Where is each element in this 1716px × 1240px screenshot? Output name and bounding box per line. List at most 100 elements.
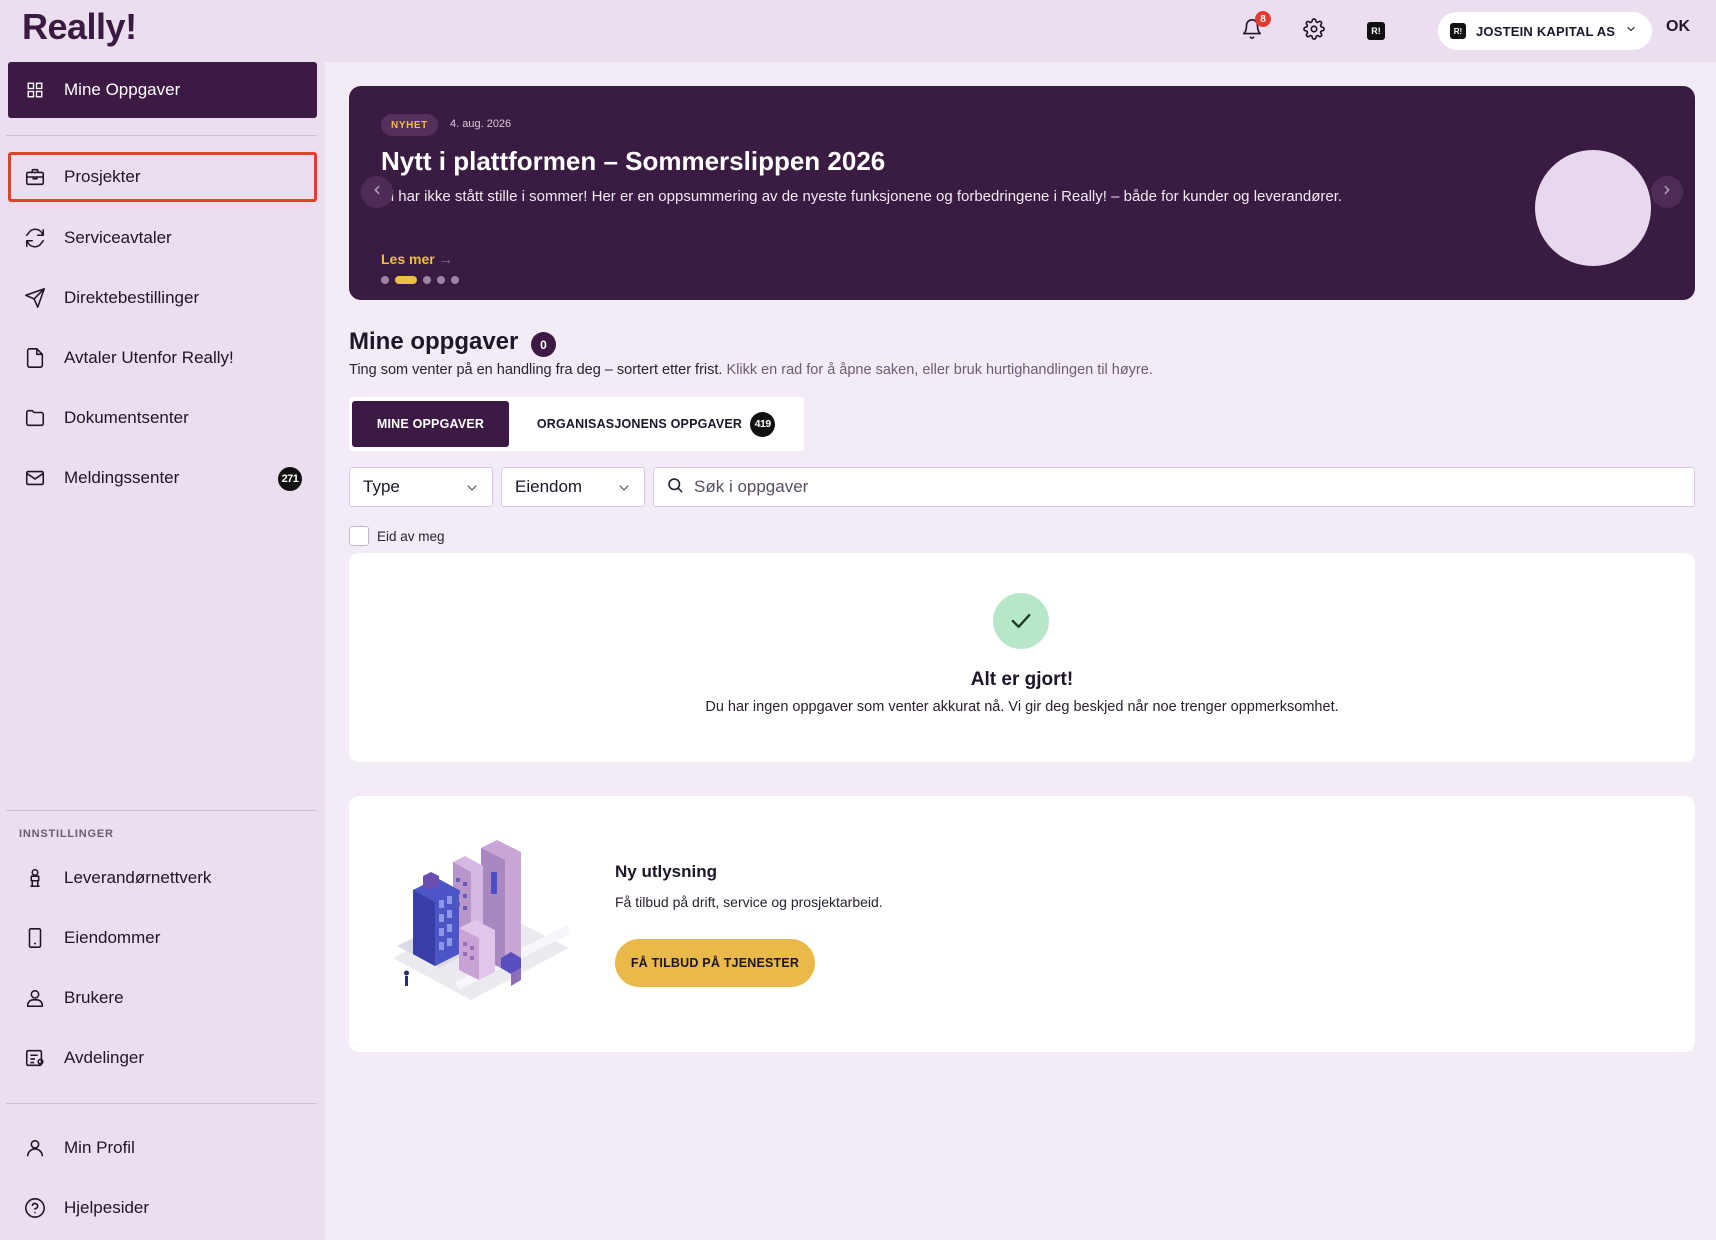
- task-count-badge: 0: [531, 332, 556, 357]
- really-app-button[interactable]: R!: [1361, 16, 1391, 46]
- search-input[interactable]: [694, 477, 1654, 497]
- chevron-down-icon: [616, 480, 632, 501]
- notifications-button[interactable]: 8: [1237, 11, 1271, 46]
- sidebar: Mine Oppgaver Prosjekter Serviceavtaler …: [0, 62, 325, 1240]
- success-check-icon: [993, 593, 1049, 649]
- user-icon: [24, 987, 46, 1009]
- sidebar-item-avtaler-utenfor-really[interactable]: Avtaler Utenfor Really!: [8, 333, 317, 383]
- sidebar-item-label: Avtaler Utenfor Really!: [64, 348, 234, 367]
- sidebar-item-dokumentsenter[interactable]: Dokumentsenter: [8, 393, 317, 443]
- news-banner: NYHET 4. aug. 2026 Nytt i plattformen – …: [349, 86, 1695, 300]
- chevron-down-icon: [464, 480, 480, 501]
- sidebar-item-prosjekter[interactable]: Prosjekter: [8, 152, 317, 202]
- sidebar-item-avdelinger[interactable]: Avdelinger: [8, 1033, 317, 1083]
- empty-state-text: Du har ingen oppgaver som venter akkurat…: [705, 699, 1339, 715]
- help-icon: [24, 1197, 46, 1219]
- user-avatar[interactable]: OK: [1666, 18, 1690, 36]
- news-title: Nytt i plattformen – Sommerslippen 2026: [381, 146, 886, 176]
- new-tender-text: Få tilbud på drift, service og prosjekta…: [615, 894, 883, 910]
- empty-state-card: Alt er gjort! Du har ingen oppgaver som …: [349, 553, 1695, 762]
- org-tasks-count-badge: 419: [750, 411, 776, 437]
- owned-by-me-filter: Eid av meg: [349, 526, 445, 546]
- news-text: Vi har ikke stått stille i sommer! Her e…: [381, 188, 1343, 205]
- sidebar-item-label: Leverandørnettverk: [64, 868, 212, 887]
- read-more-link[interactable]: Les mer →: [381, 251, 453, 267]
- get-offers-button[interactable]: FÅ TILBUD PÅ TJENESTER: [615, 939, 815, 987]
- folder-icon: [24, 407, 46, 429]
- settings-button[interactable]: [1299, 16, 1329, 46]
- sidebar-item-leverandornettverk[interactable]: Leverandørnettverk: [8, 853, 317, 903]
- search-icon: [666, 476, 684, 499]
- organization-name: JOSTEIN KAPITAL AS: [1476, 23, 1616, 39]
- unread-messages-badge: 271: [278, 467, 302, 491]
- send-icon: [24, 287, 46, 309]
- page-title: Mine oppgaver: [349, 328, 519, 355]
- gear-icon: [1303, 17, 1325, 45]
- mail-icon: [24, 467, 46, 489]
- carousel-prev-button[interactable]: [361, 176, 393, 208]
- department-icon: [24, 1047, 46, 1069]
- sidebar-item-label: Serviceavtaler: [64, 228, 172, 247]
- city-buildings-illustration: [393, 836, 569, 1009]
- news-tag: NYHET: [381, 114, 438, 136]
- owned-by-me-checkbox[interactable]: [349, 526, 369, 546]
- sidebar-item-eiendommer[interactable]: Eiendommer: [8, 913, 317, 963]
- top-bar: Really! 8 R! R! JOSTEIN KAPITAL AS OK: [0, 0, 1716, 62]
- carousel-dot[interactable]: [423, 276, 431, 284]
- tab-organisasjonens-oppgaver[interactable]: ORGANISASJONENS OPPGAVER 419: [525, 401, 787, 447]
- refresh-icon: [24, 227, 46, 249]
- sidebar-item-direktebestillinger[interactable]: Direktebestillinger: [8, 273, 317, 323]
- sidebar-item-mine-oppgaver[interactable]: Mine Oppgaver: [8, 62, 317, 118]
- new-tender-title: Ny utlysning: [615, 862, 718, 881]
- profile-icon: [24, 1137, 46, 1159]
- sidebar-item-label: Direktebestillinger: [64, 288, 200, 307]
- property-filter-select[interactable]: Eiendom: [501, 467, 645, 507]
- type-filter-select[interactable]: Type: [349, 467, 493, 507]
- supplier-icon: [24, 867, 46, 889]
- tab-mine-oppgaver[interactable]: MINE OPPGAVER: [352, 401, 509, 447]
- sidebar-item-label: Mine Oppgaver: [64, 80, 181, 99]
- chevron-left-icon: [370, 183, 384, 202]
- subtitle-text: Ting som venter på en handling fra deg –…: [349, 362, 723, 378]
- sidebar-item-min-profil[interactable]: Min Profil: [8, 1123, 317, 1173]
- empty-state-title: Alt er gjort!: [970, 669, 1074, 690]
- new-tender-card: Ny utlysning Få tilbud på drift, service…: [349, 796, 1695, 1052]
- grid-icon: [24, 79, 46, 101]
- organization-selector[interactable]: R! JOSTEIN KAPITAL AS: [1438, 12, 1652, 50]
- organization-icon: R!: [1450, 23, 1466, 39]
- sidebar-divider: [6, 135, 317, 136]
- sidebar-item-serviceavtaler[interactable]: Serviceavtaler: [8, 213, 317, 263]
- news-date: 4. aug. 2026: [450, 118, 512, 130]
- carousel-dot-active[interactable]: [395, 276, 417, 284]
- really-logo[interactable]: Really!: [22, 6, 137, 48]
- notification-count-badge: 8: [1255, 11, 1271, 27]
- sidebar-item-label: Eiendommer: [64, 928, 161, 947]
- sidebar-item-label: Min Profil: [64, 1138, 135, 1157]
- news-image: [1535, 150, 1651, 266]
- carousel-dot[interactable]: [381, 276, 389, 284]
- property-filter-value: Eiendom: [515, 477, 583, 496]
- carousel-dots: [381, 276, 459, 284]
- carousel-next-button[interactable]: [1651, 176, 1683, 208]
- document-icon: [24, 347, 46, 369]
- sidebar-item-meldingssenter[interactable]: Meldingssenter 271: [8, 453, 317, 503]
- sidebar-item-label: Avdelinger: [64, 1048, 145, 1067]
- sidebar-divider: [6, 1103, 317, 1104]
- sidebar-item-hjelpesider[interactable]: Hjelpesider: [8, 1183, 317, 1233]
- carousel-dot[interactable]: [451, 276, 459, 284]
- building-icon: [24, 927, 46, 949]
- sidebar-divider: [6, 810, 317, 811]
- briefcase-icon: [24, 166, 46, 188]
- sidebar-item-brukere[interactable]: Brukere: [8, 973, 317, 1023]
- owned-by-me-label: Eid av meg: [377, 528, 445, 544]
- settings-heading: INNSTILLINGER: [19, 828, 114, 840]
- type-filter-value: Type: [363, 477, 400, 496]
- task-tabs: MINE OPPGAVER ORGANISASJONENS OPPGAVER 4…: [349, 397, 804, 451]
- read-more-label: Les mer: [381, 251, 435, 267]
- tab-label: ORGANISASJONENS OPPGAVER: [536, 417, 743, 431]
- sidebar-item-label: Prosjekter: [64, 167, 141, 186]
- sidebar-item-label: Brukere: [64, 988, 124, 1007]
- carousel-dot[interactable]: [437, 276, 445, 284]
- really-app-icon: R!: [1367, 22, 1385, 40]
- chevron-right-icon: [1660, 183, 1674, 202]
